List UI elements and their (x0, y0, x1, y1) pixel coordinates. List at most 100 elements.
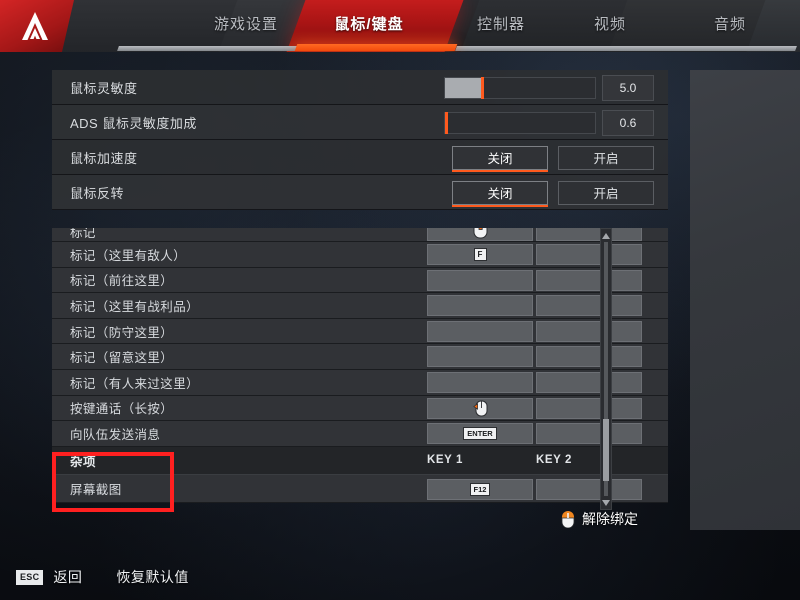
keybind-label: 标记 (70, 228, 96, 240)
keybind-label: 标记（这里有敌人） (70, 248, 187, 263)
table-row[interactable]: 标记（前往这里） (52, 267, 668, 294)
keybind-key2-cell[interactable] (536, 320, 642, 342)
caret-up-icon[interactable] (601, 230, 611, 241)
tab-audio[interactable]: 音频 (676, 0, 784, 46)
key-glyph: F12 (469, 482, 491, 496)
keybind-key1-cell[interactable] (427, 346, 533, 368)
setting-row-mouse-acceleration[interactable]: 鼠标加速度 关闭 开启 (52, 140, 668, 175)
keybind-label: 标记（防守这里） (70, 325, 174, 340)
setting-row-mouse-sensitivity[interactable]: 鼠标灵敏度 5.0 (52, 70, 668, 105)
keybind-key1-cell[interactable] (427, 228, 533, 241)
keybind-key2-cell[interactable] (536, 269, 642, 291)
esc-key-badge: ESC (16, 569, 44, 585)
slider-handle[interactable] (445, 111, 448, 134)
setting-control: 关闭 开启 (452, 175, 668, 210)
mouse-invert-off-button[interactable]: 关闭 (452, 180, 548, 207)
setting-label: 鼠标反转 (70, 185, 125, 201)
column-header-key2: KEY 2 (536, 453, 573, 466)
mouse-invert-on-button[interactable]: 开启 (558, 180, 654, 205)
table-row[interactable]: 向队伍发送消息 ENTER (52, 421, 668, 447)
keybind-key1-cell[interactable] (427, 371, 533, 393)
keybind-key1-cell[interactable] (427, 295, 533, 317)
mouse-sensitivity-slider[interactable] (444, 76, 596, 99)
tab-label: 鼠标/键盘 (334, 15, 404, 33)
keybind-label: 标记（这里有战利品） (70, 299, 200, 314)
keybind-key2-cell[interactable] (536, 371, 642, 393)
ads-sensitivity-slider[interactable] (444, 111, 596, 134)
setting-label: 鼠标加速度 (70, 150, 138, 166)
key-glyph: ENTER (463, 427, 497, 441)
keybind-label: 向队伍发送消息 (70, 427, 161, 442)
tab-label: 游戏设置 (213, 15, 278, 33)
nav-underline-right (455, 46, 797, 51)
reset-defaults-button[interactable]: 恢复默认值 (116, 567, 189, 587)
setting-label: ADS 鼠标灵敏度加成 (70, 115, 197, 131)
table-row[interactable]: 标记（防守这里） (52, 318, 668, 345)
keybind-list[interactable]: 标记 标记（这里有敌人） F 标记（前往这里） 标记（这里有战利品） 标记（防守… (52, 228, 668, 510)
tab-mouse-keyboard[interactable]: 鼠标/键盘 (306, 0, 432, 46)
setting-control: 关闭 开启 (452, 140, 668, 175)
setting-control: 5.0 (444, 70, 668, 105)
nav-underline-left (117, 46, 307, 51)
keybind-key1-cell[interactable]: F (427, 244, 533, 265)
back-button[interactable]: 返回 (53, 567, 82, 587)
keybind-label: 按键通话（长按） (70, 402, 174, 417)
table-row[interactable]: 标记（有人来过这里） (52, 369, 668, 396)
keybind-key1-cell[interactable]: F12 (427, 478, 533, 500)
table-row[interactable]: 标记（留意这里） (52, 344, 668, 370)
caret-down-icon[interactable] (601, 497, 611, 508)
setting-control: 0.6 (444, 105, 668, 140)
mouse-acceleration-on-button[interactable]: 开启 (558, 145, 654, 170)
keybind-key2-cell[interactable] (536, 423, 642, 445)
tab-video[interactable]: 视频 (556, 0, 664, 46)
keybind-label: 标记（前往这里） (70, 274, 174, 289)
table-row[interactable]: 按键通话（长按） (52, 395, 668, 422)
key-glyph: F (473, 248, 487, 261)
mouse-side-icon (472, 400, 487, 417)
slider-handle[interactable] (481, 76, 484, 99)
keybind-key2-cell[interactable] (536, 397, 642, 419)
keybind-key2-cell[interactable] (536, 228, 642, 241)
keybind-key2-cell[interactable] (536, 478, 642, 500)
unbind-label: 解除绑定 (582, 511, 638, 527)
keybind-key1-cell[interactable] (427, 397, 533, 419)
mouse-acceleration-off-button[interactable]: 关闭 (452, 145, 548, 172)
column-header-key1: KEY 1 (427, 453, 464, 466)
keybind-key2-cell[interactable] (536, 295, 642, 317)
apex-logo-icon (18, 9, 52, 43)
keybind-label: 屏幕截图 (70, 482, 122, 497)
mouse-settings-panel: 鼠标灵敏度 5.0 ADS 鼠标灵敏度加成 0.6 鼠标加速度 关闭 开启 鼠标… (52, 70, 668, 210)
keybind-scrollbar[interactable] (600, 228, 612, 510)
setting-label: 鼠标灵敏度 (70, 80, 138, 96)
keybind-key2-cell[interactable] (536, 244, 642, 265)
scrollbar-thumb[interactable] (603, 419, 609, 481)
tab-controller[interactable]: 控制器 (447, 0, 555, 46)
keybind-key1-cell[interactable] (427, 320, 533, 342)
table-row[interactable]: 标记 (52, 228, 668, 242)
tab-label: 视频 (593, 15, 626, 33)
table-row[interactable]: 标记（这里有敌人） F (52, 242, 668, 268)
table-row[interactable]: 标记（这里有战利品） (52, 293, 668, 319)
mouse-middle-icon (473, 228, 487, 239)
keybind-key2-cell[interactable] (536, 346, 642, 368)
tab-label: 音频 (713, 15, 746, 33)
slider-fill (445, 77, 481, 98)
table-row[interactable]: 屏幕截图 F12 (52, 474, 668, 503)
setting-row-mouse-invert[interactable]: 鼠标反转 关闭 开启 (52, 175, 668, 210)
keybind-section-header-misc: 杂项 KEY 1 KEY 2 (52, 446, 668, 475)
section-label: 杂项 (70, 454, 97, 469)
keybind-key1-cell[interactable]: ENTER (427, 423, 533, 445)
mouse-sensitivity-value: 5.0 (602, 74, 654, 101)
apex-settings-screen: 游戏设置 鼠标/键盘 控制器 视频 音频 鼠标灵敏度 5.0 ADS 鼠标灵敏度… (0, 0, 800, 600)
keybind-label: 标记（留意这里） (70, 351, 174, 366)
keybind-key1-cell[interactable] (427, 269, 533, 291)
preview-pane (690, 70, 800, 530)
tab-game-settings[interactable]: 游戏设置 (186, 0, 306, 46)
ads-sensitivity-value: 0.6 (602, 109, 654, 136)
keybind-label: 标记（有人来过这里） (70, 376, 200, 391)
unbind-button[interactable]: 解除绑定 (560, 509, 638, 529)
setting-row-ads-sensitivity[interactable]: ADS 鼠标灵敏度加成 0.6 (52, 105, 668, 140)
footer-bar: ESC 返回 恢复默认值 (16, 567, 189, 587)
mouse-unbind-icon (561, 511, 575, 528)
tab-label: 控制器 (476, 15, 525, 33)
